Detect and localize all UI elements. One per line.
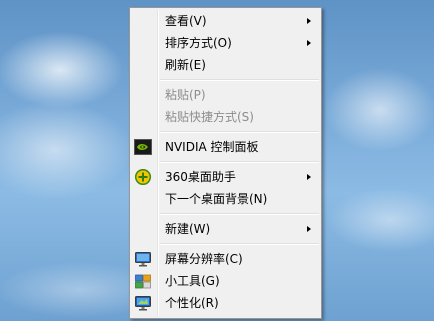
menu-item-label: 屏幕分辨率(C) [165, 252, 243, 266]
menu-item-nvidia-control-panel[interactable]: NVIDIA 控制面板 [130, 136, 321, 158]
menu-item-personalize[interactable]: 个性化(R) [130, 292, 321, 314]
submenu-arrow-icon [307, 226, 311, 232]
menu-separator [160, 161, 319, 163]
menu-separator [160, 131, 319, 133]
menu-item-label: 查看(V) [165, 14, 207, 28]
menu-item-view[interactable]: 查看(V) [130, 10, 321, 32]
menu-item-refresh[interactable]: 刷新(E) [130, 54, 321, 76]
submenu-arrow-icon [307, 40, 311, 46]
360-icon [134, 169, 152, 185]
menu-item-label: 360桌面助手 [165, 170, 236, 184]
submenu-arrow-icon [307, 174, 311, 180]
menu-item-label: 排序方式(O) [165, 36, 232, 50]
menu-item-paste-shortcut[interactable]: 粘贴快捷方式(S) [130, 106, 321, 128]
menu-item-label: 新建(W) [165, 222, 211, 236]
menu-item-sort-by[interactable]: 排序方式(O) [130, 32, 321, 54]
personalize-icon [135, 296, 151, 311]
menu-item-label: NVIDIA 控制面板 [165, 140, 259, 154]
menu-item-label: 刷新(E) [165, 58, 206, 72]
desktop-context-menu: 查看(V) 排序方式(O) 刷新(E) 粘贴(P) 粘贴快捷方式(S) NVID… [129, 7, 322, 319]
menu-item-label: 小工具(G) [165, 274, 220, 288]
menu-item-label: 粘贴快捷方式(S) [165, 110, 254, 124]
menu-item-next-desktop-background[interactable]: 下一个桌面背景(N) [130, 188, 321, 210]
menu-separator [160, 79, 319, 81]
menu-item-screen-resolution[interactable]: 屏幕分辨率(C) [130, 248, 321, 270]
menu-item-360-desktop-assistant[interactable]: 360桌面助手 [130, 166, 321, 188]
nvidia-icon [134, 139, 152, 155]
menu-item-new[interactable]: 新建(W) [130, 218, 321, 240]
menu-item-label: 个性化(R) [165, 296, 219, 310]
menu-separator [160, 213, 319, 215]
submenu-arrow-icon [307, 18, 311, 24]
gadgets-icon [135, 274, 151, 289]
menu-item-paste[interactable]: 粘贴(P) [130, 84, 321, 106]
menu-item-label: 粘贴(P) [165, 88, 206, 102]
menu-separator [160, 243, 319, 245]
menu-item-gadgets[interactable]: 小工具(G) [130, 270, 321, 292]
menu-item-label: 下一个桌面背景(N) [165, 192, 268, 206]
monitor-icon [135, 252, 151, 267]
